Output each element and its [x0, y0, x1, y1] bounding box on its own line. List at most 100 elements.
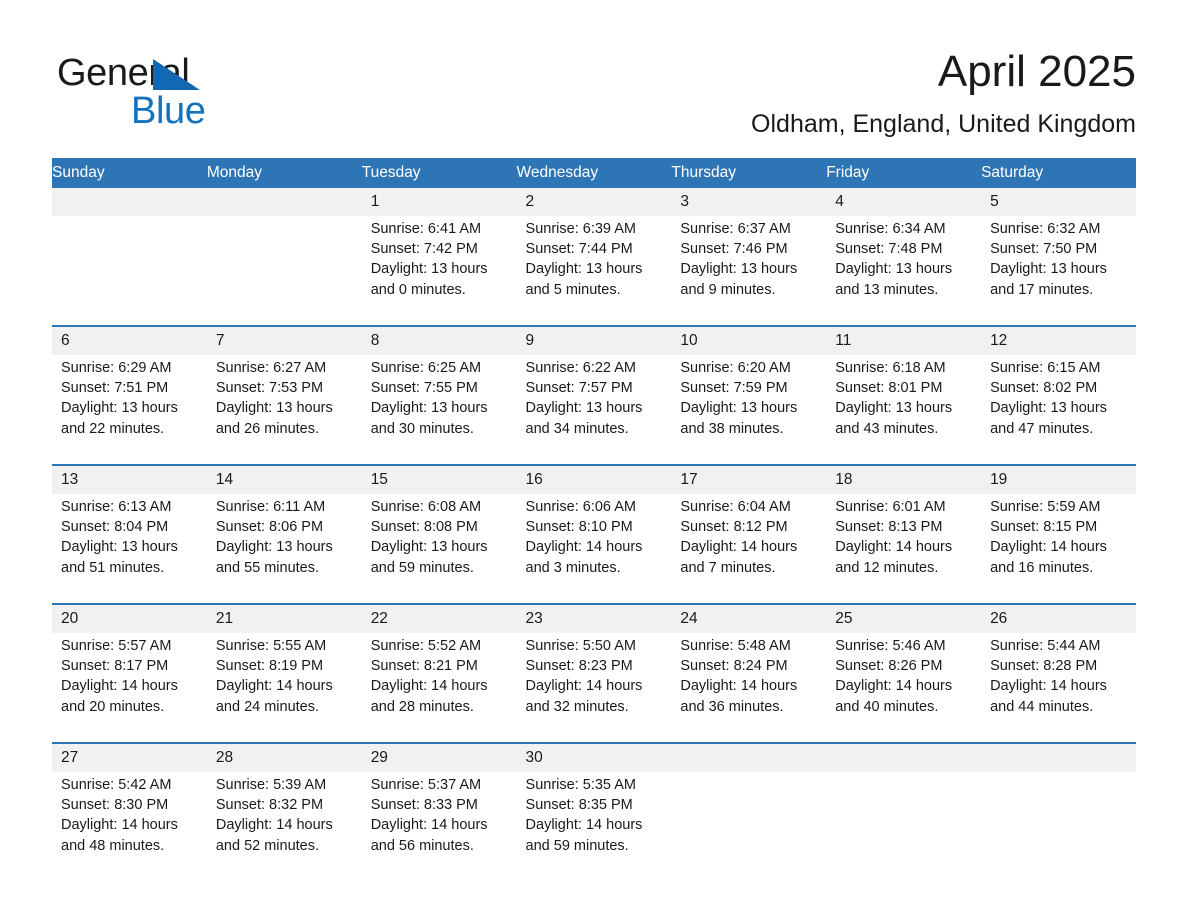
day-cell[interactable]: Sunrise: 6:29 AM Sunset: 7:51 PM Dayligh… — [52, 355, 207, 465]
day-cell[interactable]: Sunrise: 6:22 AM Sunset: 7:57 PM Dayligh… — [516, 355, 672, 465]
day-cell[interactable]: Sunrise: 6:11 AM Sunset: 8:06 PM Dayligh… — [206, 494, 362, 604]
day-number[interactable]: 2 — [516, 188, 672, 216]
day-cell[interactable]: Sunrise: 6:20 AM Sunset: 7:59 PM Dayligh… — [671, 355, 827, 465]
sunrise-text: Sunrise: 5:44 AM — [990, 638, 1101, 654]
day-cell[interactable]: Sunrise: 5:44 AM Sunset: 8:28 PM Dayligh… — [981, 633, 1136, 743]
day-number[interactable]: 11 — [826, 325, 982, 355]
sunrise-text: Sunrise: 6:18 AM — [835, 360, 946, 376]
day-number[interactable]: 26 — [981, 603, 1136, 633]
day-cell[interactable]: Sunrise: 6:01 AM Sunset: 8:13 PM Dayligh… — [826, 494, 982, 604]
sunset-text: Sunset: 8:32 PM — [215, 797, 324, 814]
day-cell[interactable]: Sunrise: 6:15 AM Sunset: 8:02 PM Dayligh… — [981, 355, 1136, 465]
day-cell[interactable]: Sunrise: 6:06 AM Sunset: 8:10 PM Dayligh… — [516, 494, 672, 604]
day-number[interactable]: 6 — [52, 325, 207, 355]
day-cell[interactable]: Sunrise: 6:18 AM Sunset: 8:01 PM Dayligh… — [826, 355, 982, 465]
day-cell[interactable] — [52, 216, 207, 326]
day-number[interactable]: 21 — [206, 603, 362, 633]
daylight-text-line1: Daylight: 13 hours — [835, 400, 953, 417]
day-cell[interactable]: Sunrise: 5:42 AM Sunset: 8:30 PM Dayligh… — [52, 772, 207, 881]
sunrise-text: Sunrise: 5:42 AM — [61, 777, 172, 793]
day-cell[interactable]: Sunrise: 5:50 AM Sunset: 8:23 PM Dayligh… — [516, 633, 672, 743]
daylight-text-line2: and 12 minutes. — [835, 559, 939, 576]
day-number[interactable]: 25 — [826, 603, 982, 633]
day-number[interactable] — [826, 742, 982, 772]
day-number[interactable] — [206, 188, 362, 216]
day-number[interactable]: 17 — [671, 464, 827, 494]
day-number[interactable]: 16 — [516, 464, 672, 494]
day-cell[interactable] — [671, 772, 827, 881]
day-number[interactable]: 5 — [981, 188, 1136, 216]
day-cell[interactable] — [981, 772, 1136, 881]
weekday-header-sunday: Sunday — [52, 158, 207, 188]
day-number[interactable]: 29 — [361, 742, 517, 772]
day-cell[interactable]: Sunrise: 6:32 AM Sunset: 7:50 PM Dayligh… — [981, 216, 1136, 326]
day-cell[interactable]: Sunrise: 6:13 AM Sunset: 8:04 PM Dayligh… — [52, 494, 207, 604]
day-number[interactable]: 7 — [206, 325, 362, 355]
day-number[interactable]: 23 — [516, 603, 672, 633]
daylight-text-line2: and 34 minutes. — [525, 420, 629, 437]
day-number[interactable]: 8 — [361, 325, 517, 355]
day-cell[interactable]: Sunrise: 5:37 AM Sunset: 8:33 PM Dayligh… — [361, 772, 517, 881]
day-cell[interactable]: Sunrise: 6:37 AM Sunset: 7:46 PM Dayligh… — [671, 216, 827, 326]
day-cell[interactable]: Sunrise: 5:52 AM Sunset: 8:21 PM Dayligh… — [361, 633, 517, 743]
day-number[interactable]: 4 — [826, 188, 982, 216]
sunrise-text: Sunrise: 6:34 AM — [835, 221, 946, 237]
day-cell[interactable]: Sunrise: 5:39 AM Sunset: 8:32 PM Dayligh… — [206, 772, 362, 881]
day-cell[interactable] — [206, 216, 362, 326]
day-cell[interactable]: Sunrise: 5:48 AM Sunset: 8:24 PM Dayligh… — [671, 633, 827, 743]
day-number[interactable]: 22 — [361, 603, 517, 633]
day-cell[interactable]: Sunrise: 6:04 AM Sunset: 8:12 PM Dayligh… — [671, 494, 827, 604]
day-cell[interactable]: Sunrise: 6:39 AM Sunset: 7:44 PM Dayligh… — [516, 216, 672, 326]
day-number[interactable]: 18 — [826, 464, 982, 494]
day-number[interactable] — [671, 742, 827, 772]
sunset-text: Sunset: 8:12 PM — [680, 519, 788, 536]
weekday-header-tuesday: Tuesday — [361, 158, 517, 188]
week-2-details: Sunrise: 6:29 AM Sunset: 7:51 PM Dayligh… — [52, 355, 1136, 465]
day-cell[interactable]: Sunrise: 5:46 AM Sunset: 8:26 PM Dayligh… — [826, 633, 982, 743]
sunset-text: Sunset: 8:10 PM — [525, 519, 633, 536]
day-cell[interactable] — [826, 772, 982, 881]
day-number[interactable]: 19 — [981, 464, 1136, 494]
day-cell[interactable]: Sunrise: 5:59 AM Sunset: 8:15 PM Dayligh… — [981, 494, 1136, 604]
daylight-text-line2: and 48 minutes. — [61, 837, 165, 854]
sunset-text: Sunset: 8:17 PM — [61, 658, 169, 675]
day-cell[interactable]: Sunrise: 5:35 AM Sunset: 8:35 PM Dayligh… — [516, 772, 672, 881]
daylight-text-line1: Daylight: 14 hours — [525, 539, 643, 556]
daylight-text-line1: Daylight: 14 hours — [61, 678, 178, 695]
page-title: April 2025 — [937, 47, 1136, 96]
day-cell[interactable]: Sunrise: 6:27 AM Sunset: 7:53 PM Dayligh… — [206, 355, 362, 465]
day-cell[interactable]: Sunrise: 6:34 AM Sunset: 7:48 PM Dayligh… — [826, 216, 982, 326]
daylight-text-line2: and 9 minutes. — [680, 281, 776, 298]
day-number[interactable]: 1 — [361, 188, 517, 216]
daylight-text-line2: and 7 minutes. — [680, 559, 776, 576]
sunset-text: Sunset: 7:55 PM — [370, 380, 478, 397]
day-number[interactable] — [981, 742, 1136, 772]
day-number[interactable]: 24 — [671, 603, 827, 633]
day-number[interactable]: 20 — [52, 603, 207, 633]
daylight-text-line1: Daylight: 14 hours — [835, 539, 953, 556]
day-cell[interactable]: Sunrise: 6:41 AM Sunset: 7:42 PM Dayligh… — [361, 216, 517, 326]
day-number[interactable]: 15 — [361, 464, 517, 494]
day-number[interactable]: 14 — [206, 464, 362, 494]
day-number[interactable]: 27 — [52, 742, 207, 772]
daylight-text-line2: and 0 minutes. — [370, 281, 466, 298]
day-number[interactable]: 28 — [206, 742, 362, 772]
day-number[interactable]: 9 — [516, 325, 672, 355]
daylight-text-line2: and 30 minutes. — [370, 420, 474, 437]
day-number[interactable]: 10 — [671, 325, 827, 355]
day-cell[interactable]: Sunrise: 6:25 AM Sunset: 7:55 PM Dayligh… — [361, 355, 517, 465]
sunrise-text: Sunrise: 5:50 AM — [525, 638, 636, 654]
day-number[interactable]: 30 — [516, 742, 672, 772]
day-number[interactable]: 3 — [671, 188, 827, 216]
generalblue-logo[interactable]: General Blue — [57, 52, 297, 132]
day-cell[interactable]: Sunrise: 5:57 AM Sunset: 8:17 PM Dayligh… — [52, 633, 207, 743]
day-cell[interactable]: Sunrise: 6:08 AM Sunset: 8:08 PM Dayligh… — [361, 494, 517, 604]
daylight-text-line1: Daylight: 13 hours — [215, 539, 333, 556]
day-cell[interactable]: Sunrise: 5:55 AM Sunset: 8:19 PM Dayligh… — [206, 633, 362, 743]
day-number[interactable]: 12 — [981, 325, 1136, 355]
daylight-text-line2: and 38 minutes. — [680, 420, 784, 437]
day-number[interactable] — [52, 188, 207, 216]
daylight-text-line1: Daylight: 13 hours — [61, 400, 178, 417]
daylight-text-line2: and 20 minutes. — [61, 698, 165, 715]
day-number[interactable]: 13 — [52, 464, 207, 494]
